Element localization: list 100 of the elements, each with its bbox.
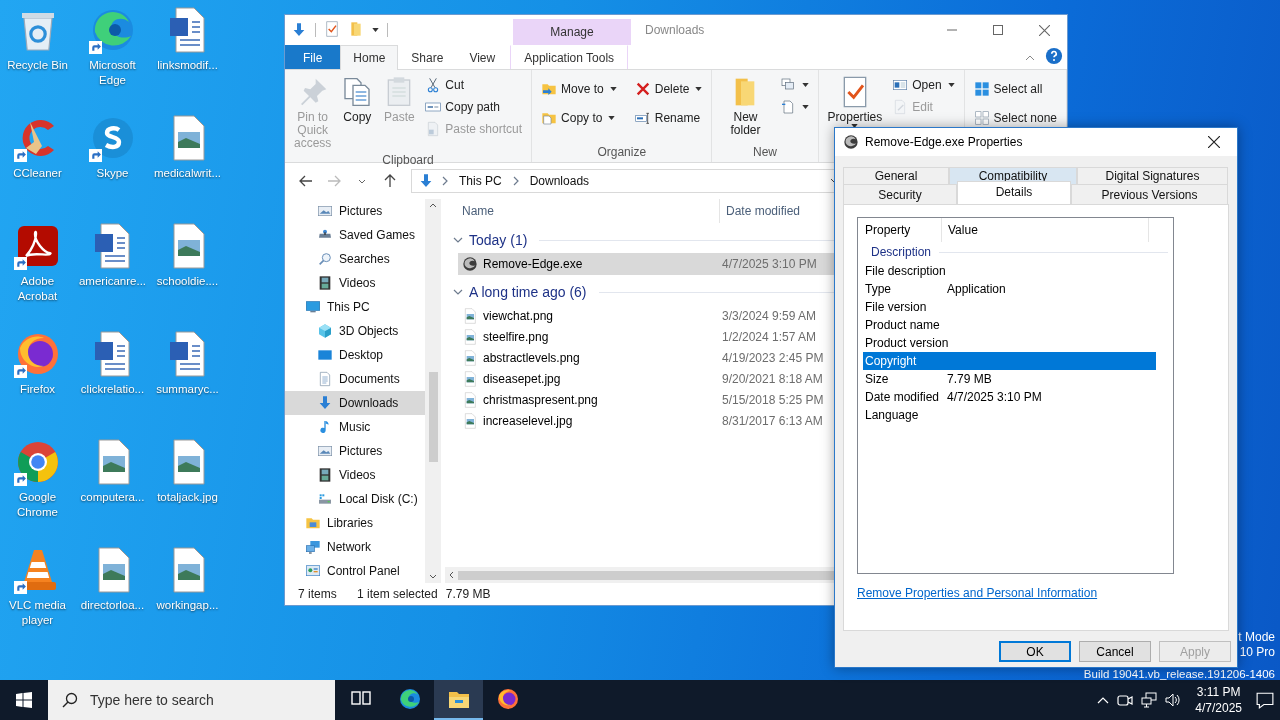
system-watermark-text: 10 Pro bbox=[1239, 645, 1275, 660]
nav-item[interactable]: Searches bbox=[285, 247, 425, 271]
control-panel-icon bbox=[305, 563, 321, 579]
ribbon-tab[interactable]: View bbox=[456, 45, 509, 69]
clock[interactable]: 3:11 PM 4/7/2025 bbox=[1189, 684, 1248, 716]
select-none-icon bbox=[973, 109, 990, 126]
column-header[interactable]: Name bbox=[445, 204, 719, 218]
file-name: diseasepet.jpg bbox=[483, 371, 561, 386]
property-row[interactable]: Language bbox=[863, 406, 1156, 424]
ribbon-button[interactable]: Copy path bbox=[422, 96, 526, 118]
ribbon-button[interactable]: Rename bbox=[631, 103, 706, 132]
dialog-tab[interactable]: Security bbox=[843, 184, 957, 204]
cube-icon bbox=[317, 323, 333, 339]
file-name: viewchat.png bbox=[483, 308, 554, 323]
ribbon-button[interactable]: Copy bbox=[338, 74, 377, 152]
dialog-tab[interactable]: Previous Versions bbox=[1071, 184, 1228, 204]
nav-item[interactable]: Saved Games bbox=[285, 223, 425, 247]
notification-icon[interactable] bbox=[1256, 691, 1274, 709]
shortcut-arrow-icon bbox=[13, 365, 27, 378]
property-row[interactable]: Copyright bbox=[863, 352, 1156, 370]
search-field[interactable]: Type here to search bbox=[48, 680, 335, 720]
system-watermark-text: Build 19041.vb_release.191206-1406 bbox=[1083, 668, 1275, 681]
taskbar-app-button[interactable] bbox=[434, 680, 483, 720]
nav-item[interactable]: Pictures bbox=[285, 199, 425, 223]
dialog-button[interactable]: OK bbox=[999, 641, 1071, 662]
dialog-tab[interactable]: Details bbox=[957, 181, 1071, 204]
column-header[interactable]: Property bbox=[863, 218, 942, 242]
date-modified: 4/7/2025 3:10 PM bbox=[721, 257, 817, 271]
camera-icon[interactable] bbox=[1117, 692, 1134, 708]
breadcrumb[interactable]: This PC bbox=[456, 174, 505, 188]
scroll-up-icon[interactable] bbox=[429, 203, 437, 208]
chevron-down-icon bbox=[358, 178, 366, 184]
dialog-tab[interactable]: Digital Signatures bbox=[1077, 167, 1228, 184]
network-icon[interactable] bbox=[1141, 692, 1158, 708]
down-arrow-icon bbox=[291, 22, 307, 38]
nav-item[interactable]: Local Disk (C:) bbox=[285, 487, 425, 511]
file-name: steelfire.png bbox=[483, 329, 549, 344]
group-header[interactable]: A long time ago (6) bbox=[469, 284, 587, 300]
ribbon-tab[interactable]: Share bbox=[398, 45, 457, 69]
property-row[interactable]: Size 7.79 MB bbox=[863, 370, 1156, 388]
remove-properties-link[interactable]: Remove Properties and Personal Information bbox=[857, 586, 1098, 600]
ribbon-button[interactable]: Delete bbox=[631, 74, 706, 103]
ribbon-tab[interactable]: Application Tools bbox=[510, 45, 629, 69]
system-watermark-text: t Mode bbox=[1238, 630, 1275, 645]
column-header[interactable]: Value bbox=[942, 218, 1149, 242]
property-row[interactable]: File version bbox=[863, 298, 1156, 316]
nav-item[interactable]: Control Panel bbox=[285, 559, 425, 583]
ribbon-button[interactable]: Move to bbox=[538, 74, 620, 103]
close-icon bbox=[1208, 136, 1220, 148]
scroll-thumb[interactable] bbox=[428, 372, 438, 462]
ribbon-button[interactable]: Cut bbox=[422, 74, 526, 96]
nav-item[interactable]: Network bbox=[285, 535, 425, 559]
ribbon-button[interactable]: Copy to bbox=[538, 103, 620, 132]
date-modified: 5/15/2018 5:25 PM bbox=[721, 392, 824, 407]
nav-item[interactable]: Downloads bbox=[285, 391, 425, 415]
ribbon-button[interactable]: Select none bbox=[970, 103, 1060, 132]
breadcrumb[interactable]: Downloads bbox=[526, 174, 593, 188]
chevron-up-icon bbox=[1097, 696, 1110, 704]
property-row[interactable]: Product name bbox=[863, 316, 1156, 334]
nav-item[interactable]: Music bbox=[285, 415, 425, 439]
ribbon-tab[interactable]: Home bbox=[340, 45, 399, 70]
chevron-icon bbox=[453, 287, 463, 297]
ribbon-button[interactable]: Open bbox=[889, 74, 958, 96]
caret-icon bbox=[947, 83, 955, 87]
ribbon-button[interactable]: Select all bbox=[970, 74, 1060, 103]
group-header[interactable]: Today (1) bbox=[469, 232, 528, 248]
browser-icon bbox=[495, 687, 520, 711]
scrollbar[interactable] bbox=[425, 199, 441, 583]
folder-icon bbox=[348, 20, 364, 37]
image-file-icon bbox=[462, 307, 478, 324]
picture-icon bbox=[317, 443, 333, 459]
close-icon bbox=[1038, 24, 1050, 36]
down-arrow-icon bbox=[317, 395, 333, 411]
ribbon-button[interactable]: New folder bbox=[718, 74, 773, 144]
document-icon bbox=[317, 371, 333, 387]
dialog-tab[interactable]: General bbox=[843, 167, 949, 184]
properties-quick-button[interactable] bbox=[324, 20, 340, 40]
nav-item[interactable]: Libraries bbox=[285, 511, 425, 535]
nav-item[interactable]: 3D Objects bbox=[285, 319, 425, 343]
scroll-left-icon[interactable] bbox=[449, 571, 454, 579]
nav-item[interactable]: This PC bbox=[285, 295, 425, 319]
ribbon-tab[interactable]: File bbox=[285, 45, 341, 69]
nav-item[interactable]: Videos bbox=[285, 463, 425, 487]
chevron-icon bbox=[440, 176, 450, 186]
column-header[interactable]: Date modified bbox=[719, 199, 801, 223]
scroll-down-icon[interactable] bbox=[429, 574, 437, 579]
nav-item[interactable]: Pictures bbox=[285, 439, 425, 463]
nav-item[interactable]: Videos bbox=[285, 271, 425, 295]
windows-icon bbox=[16, 692, 32, 708]
nav-item[interactable]: Desktop bbox=[285, 343, 425, 367]
maximize-icon bbox=[993, 25, 1003, 35]
shortcut-arrow-icon bbox=[13, 257, 27, 270]
property-row[interactable]: Type Application bbox=[863, 280, 1156, 298]
property-row[interactable]: Date modified 4/7/2025 3:10 PM bbox=[863, 388, 1156, 406]
dialog-button[interactable]: Cancel bbox=[1079, 641, 1151, 662]
nav-item[interactable]: Documents bbox=[285, 367, 425, 391]
selection-size: 7.79 MB bbox=[445, 587, 491, 601]
speaker-icon[interactable] bbox=[1165, 692, 1182, 708]
property-row[interactable]: Product version bbox=[863, 334, 1156, 352]
caret-icon bbox=[695, 86, 703, 91]
